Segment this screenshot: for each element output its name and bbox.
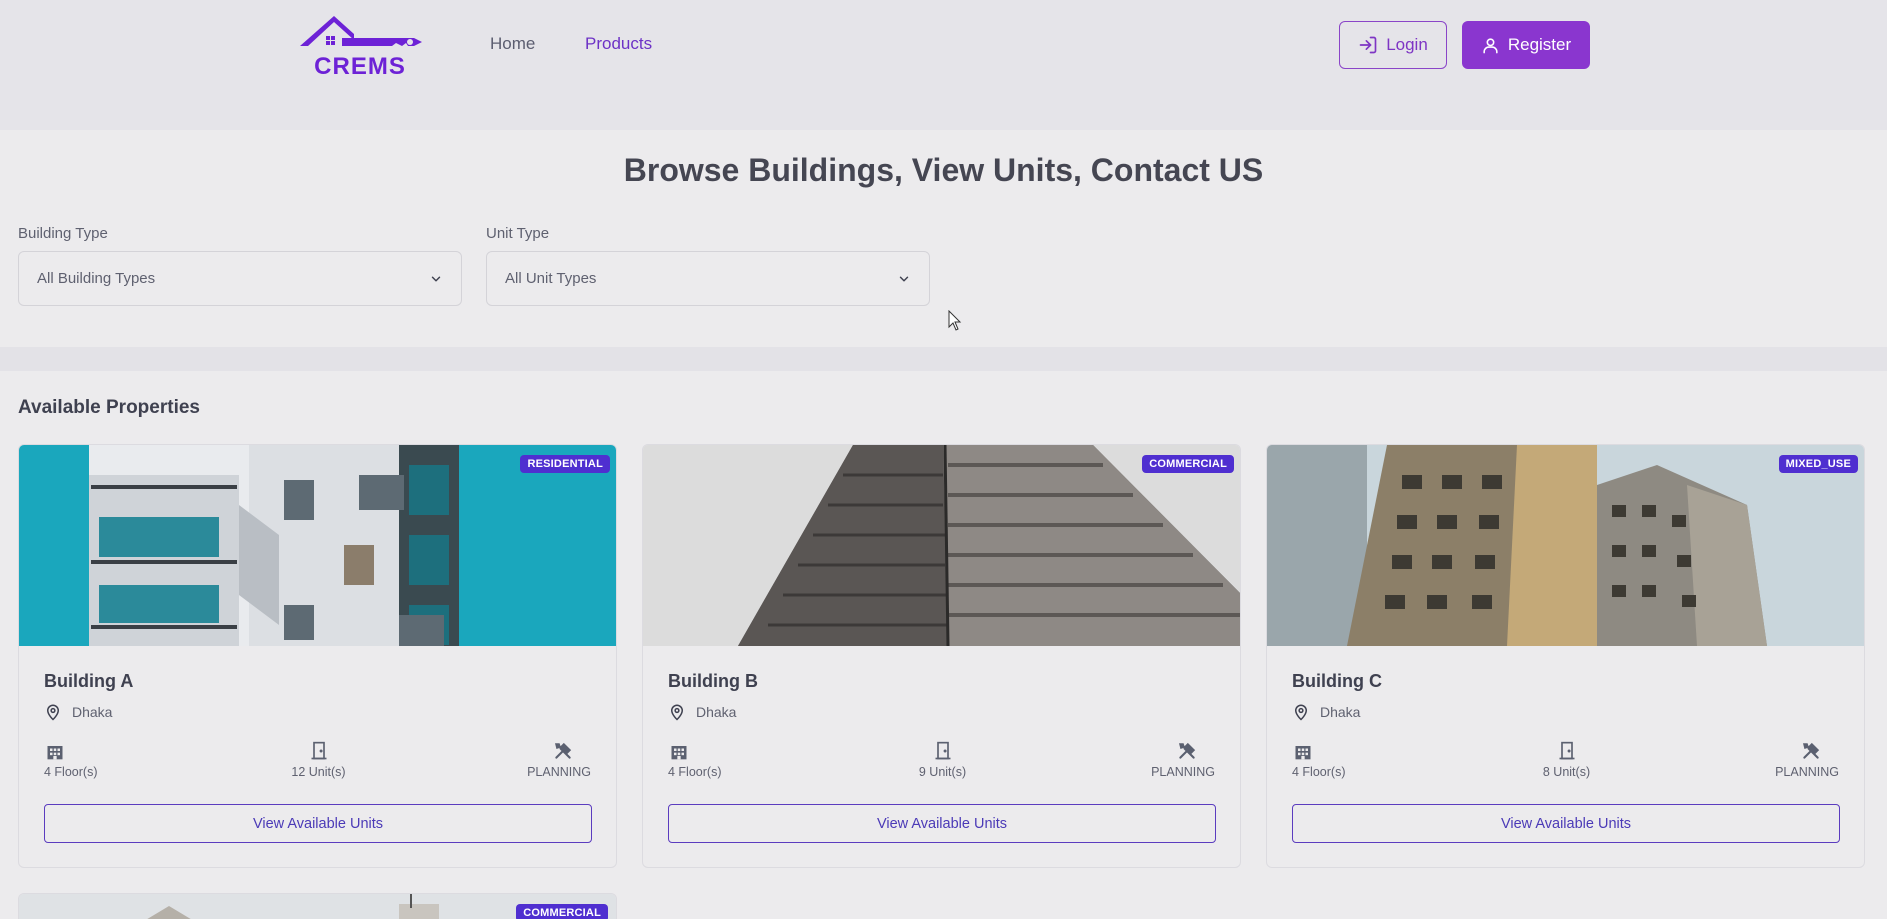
user-icon	[1483, 37, 1498, 53]
nav-home-link[interactable]: Home	[490, 34, 535, 54]
view-available-units-button[interactable]: View Available Units	[44, 804, 592, 843]
door-icon	[1559, 741, 1574, 760]
available-properties-title: Available Properties	[18, 397, 200, 418]
page-title: Browse Buildings, View Units, Contact US	[623, 152, 1264, 188]
units-text: 12 Unit(s)	[291, 765, 346, 779]
location-text: Dhaka	[696, 704, 737, 720]
register-button[interactable]: Register	[1462, 21, 1590, 69]
section-divider	[0, 347, 1887, 371]
login-label: Login	[1386, 35, 1428, 54]
status-stat: PLANNING	[527, 741, 591, 779]
building-type-badge: MIXED_USE	[1778, 455, 1858, 473]
unit-type-label: Unit Type	[486, 225, 550, 242]
view-available-units-button[interactable]: View Available Units	[668, 804, 1216, 843]
status-text: PLANNING	[1775, 765, 1839, 779]
building-image: COMMERCIAL	[643, 445, 1240, 646]
property-card: RESIDENTIAL Building A Dhaka 4 Floor(s) …	[18, 444, 617, 868]
tools-icon	[554, 742, 572, 759]
building-type-badge: RESIDENTIAL	[520, 455, 610, 473]
building-location: Dhaka	[44, 702, 112, 722]
location-text: Dhaka	[72, 704, 113, 720]
property-card: COMMERCIAL	[18, 893, 617, 919]
tools-icon	[1802, 742, 1820, 759]
building-type-value: All Building Types	[37, 270, 156, 287]
unit-type-value: All Unit Types	[505, 270, 597, 287]
login-button[interactable]: Login	[1339, 21, 1447, 69]
building-type-badge: COMMERCIAL	[1142, 455, 1234, 473]
map-pin-icon	[46, 704, 60, 721]
door-icon	[935, 741, 950, 760]
register-label: Register	[1507, 35, 1572, 54]
site-header: CREMS Home Products Login Register	[0, 0, 1887, 130]
units-text: 9 Unit(s)	[918, 765, 967, 779]
property-card: MIXED_USE Building C Dhaka 4 Floor(s) 8 …	[1266, 444, 1865, 868]
unit-type-select[interactable]: All Unit Types	[486, 251, 930, 306]
view-available-units-button[interactable]: View Available Units	[1292, 804, 1840, 843]
building-name: Building A	[44, 671, 134, 691]
status-stat: PLANNING	[1151, 741, 1215, 779]
building-name: Building B	[668, 671, 758, 691]
nav-products-link[interactable]: Products	[585, 34, 652, 54]
mouse-cursor-icon	[948, 310, 962, 331]
map-pin-icon	[1294, 704, 1308, 721]
building-name: Building C	[1292, 671, 1382, 691]
building-type-label: Building Type	[18, 225, 108, 242]
building-location: Dhaka	[1292, 702, 1360, 722]
building-type-badge: COMMERCIAL	[516, 904, 608, 919]
property-card: COMMERCIAL Building B Dhaka 4 Floor(s) 9…	[642, 444, 1241, 868]
building-image: RESIDENTIAL	[19, 445, 616, 646]
status-text: PLANNING	[527, 765, 591, 779]
units-text: 8 Unit(s)	[1542, 765, 1591, 779]
tools-icon	[1178, 742, 1196, 759]
chevron-down-icon	[899, 276, 909, 281]
building-type-select[interactable]: All Building Types	[18, 251, 462, 306]
building-location: Dhaka	[668, 702, 736, 722]
map-pin-icon	[670, 704, 684, 721]
svg-text:CREMS: CREMS	[314, 53, 406, 78]
crems-logo[interactable]: CREMS	[296, 12, 424, 78]
status-stat: PLANNING	[1775, 741, 1839, 779]
login-icon	[1359, 36, 1377, 54]
chevron-down-icon	[431, 276, 441, 281]
building-image: MIXED_USE	[1267, 445, 1864, 646]
door-icon	[311, 741, 326, 760]
status-text: PLANNING	[1151, 765, 1215, 779]
location-text: Dhaka	[1320, 704, 1361, 720]
